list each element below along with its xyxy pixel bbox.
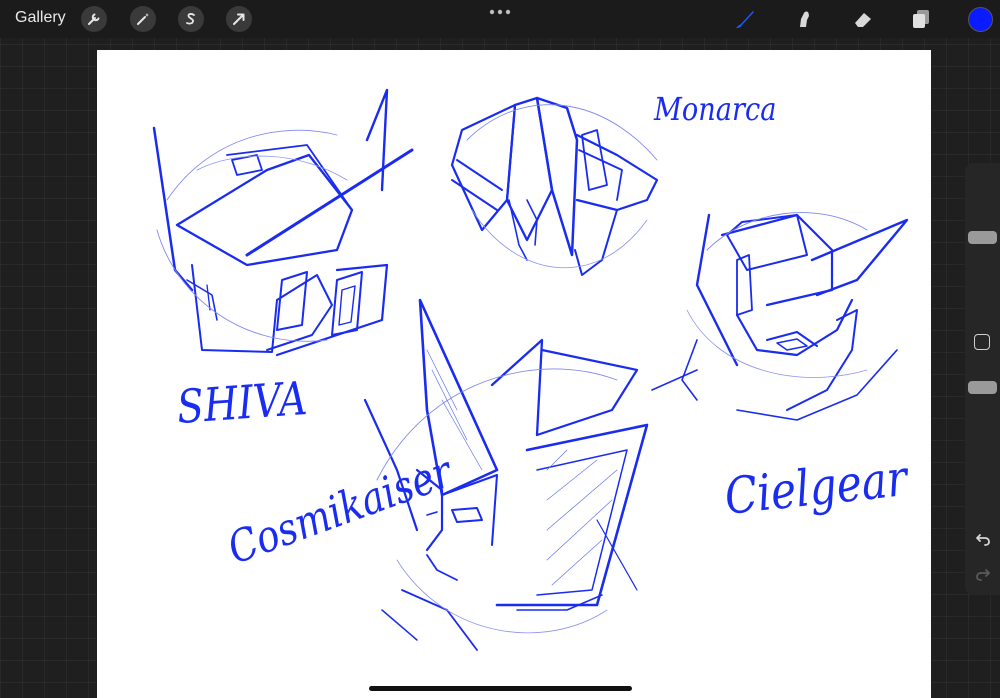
brush-size-slider[interactable] (968, 167, 997, 307)
redo-icon (975, 569, 990, 581)
cielgear-head-sketch (651, 212, 909, 421)
brush-sidebar (965, 163, 1000, 595)
brush-icon (736, 11, 754, 28)
redo-button[interactable] (970, 562, 995, 586)
label-monarca: Monarca (654, 90, 777, 128)
label-shiva: SHIVA (175, 370, 309, 434)
actions-button[interactable] (81, 6, 107, 32)
brush-tool-button[interactable] (732, 6, 758, 32)
color-picker-button[interactable] (968, 7, 993, 32)
wrench-icon (88, 13, 100, 25)
brush-opacity-slider[interactable] (968, 377, 997, 517)
more-options-icon[interactable] (488, 8, 512, 16)
drawing-canvas[interactable]: SHIVA Monarca Cielgear Cosmikaiser (97, 50, 931, 698)
shiva-head-sketch (152, 88, 414, 357)
smudge-icon (800, 11, 809, 27)
undo-icon (975, 534, 990, 546)
modify-button[interactable] (974, 334, 990, 350)
top-toolbar: Gallery (0, 0, 1000, 38)
layers-button[interactable] (908, 6, 934, 32)
monarca-head-sketch (450, 96, 659, 276)
adjustments-button[interactable] (130, 6, 156, 32)
undo-button[interactable] (970, 527, 995, 551)
brush-size-thumb[interactable] (968, 230, 997, 244)
selection-s-icon (186, 13, 195, 25)
transform-arrow-icon (233, 13, 245, 25)
layers-icon (913, 10, 929, 28)
cosmikaiser-hatching (426, 349, 618, 586)
smudge-tool-button[interactable] (791, 6, 817, 32)
home-indicator (369, 686, 632, 691)
eraser-icon (855, 13, 871, 27)
transform-button[interactable] (226, 6, 252, 32)
brush-opacity-thumb[interactable] (968, 381, 997, 394)
magic-wand-icon (137, 13, 149, 25)
selection-button[interactable] (178, 6, 204, 32)
sketch-artwork (152, 88, 909, 651)
gallery-button[interactable]: Gallery (15, 9, 66, 27)
eraser-tool-button[interactable] (850, 6, 876, 32)
